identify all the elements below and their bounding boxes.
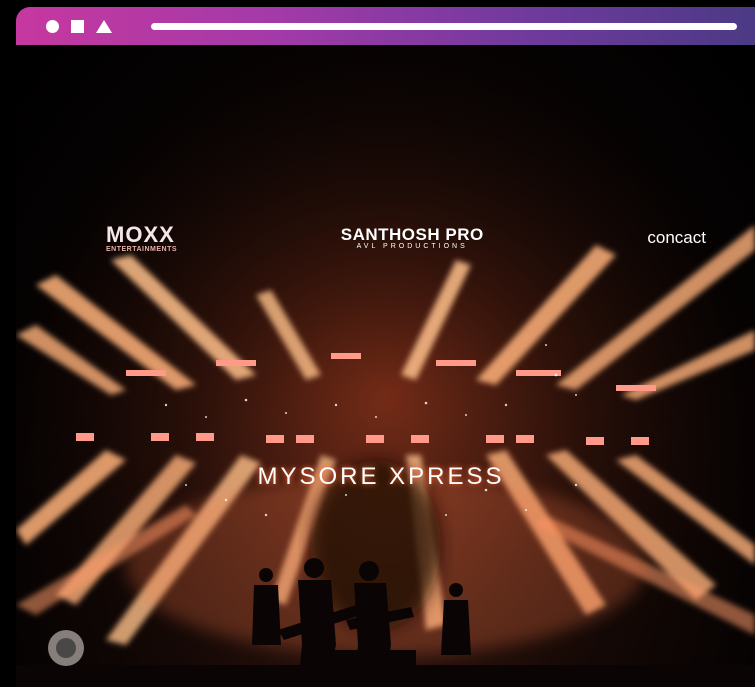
app-window: MOXX ENTERTAINMENTS SANTHOSH PRO AVL PRO… (0, 0, 755, 687)
window-controls (46, 19, 112, 33)
santhosh-pro-logo: SANTHOSH PRO AVL PRODUCTIONS (341, 226, 484, 250)
address-bar[interactable] (151, 23, 737, 30)
title-bar (16, 7, 755, 45)
moxx-logo-subtext: ENTERTAINMENTS (106, 245, 178, 253)
concert-photo: MOXX ENTERTAINMENTS SANTHOSH PRO AVL PRO… (16, 45, 755, 687)
moxx-logo-text: MOXX (106, 221, 175, 247)
concact-logo: concact (647, 228, 706, 248)
stage-title: MYSORE XPRESS (257, 463, 505, 490)
circle-icon[interactable] (46, 19, 59, 33)
square-icon[interactable] (71, 19, 84, 33)
concact-logo-text: concact (647, 228, 706, 247)
santhosh-logo-subtext: AVL PRODUCTIONS (356, 243, 468, 250)
sponsor-banner: MOXX ENTERTAINMENTS SANTHOSH PRO AVL PRO… (106, 207, 706, 269)
moxx-logo: MOXX ENTERTAINMENTS (106, 221, 178, 253)
stage-lighting-graphic (16, 45, 755, 687)
santhosh-logo-text: SANTHOSH PRO (340, 225, 484, 244)
triangle-icon[interactable] (96, 19, 112, 33)
